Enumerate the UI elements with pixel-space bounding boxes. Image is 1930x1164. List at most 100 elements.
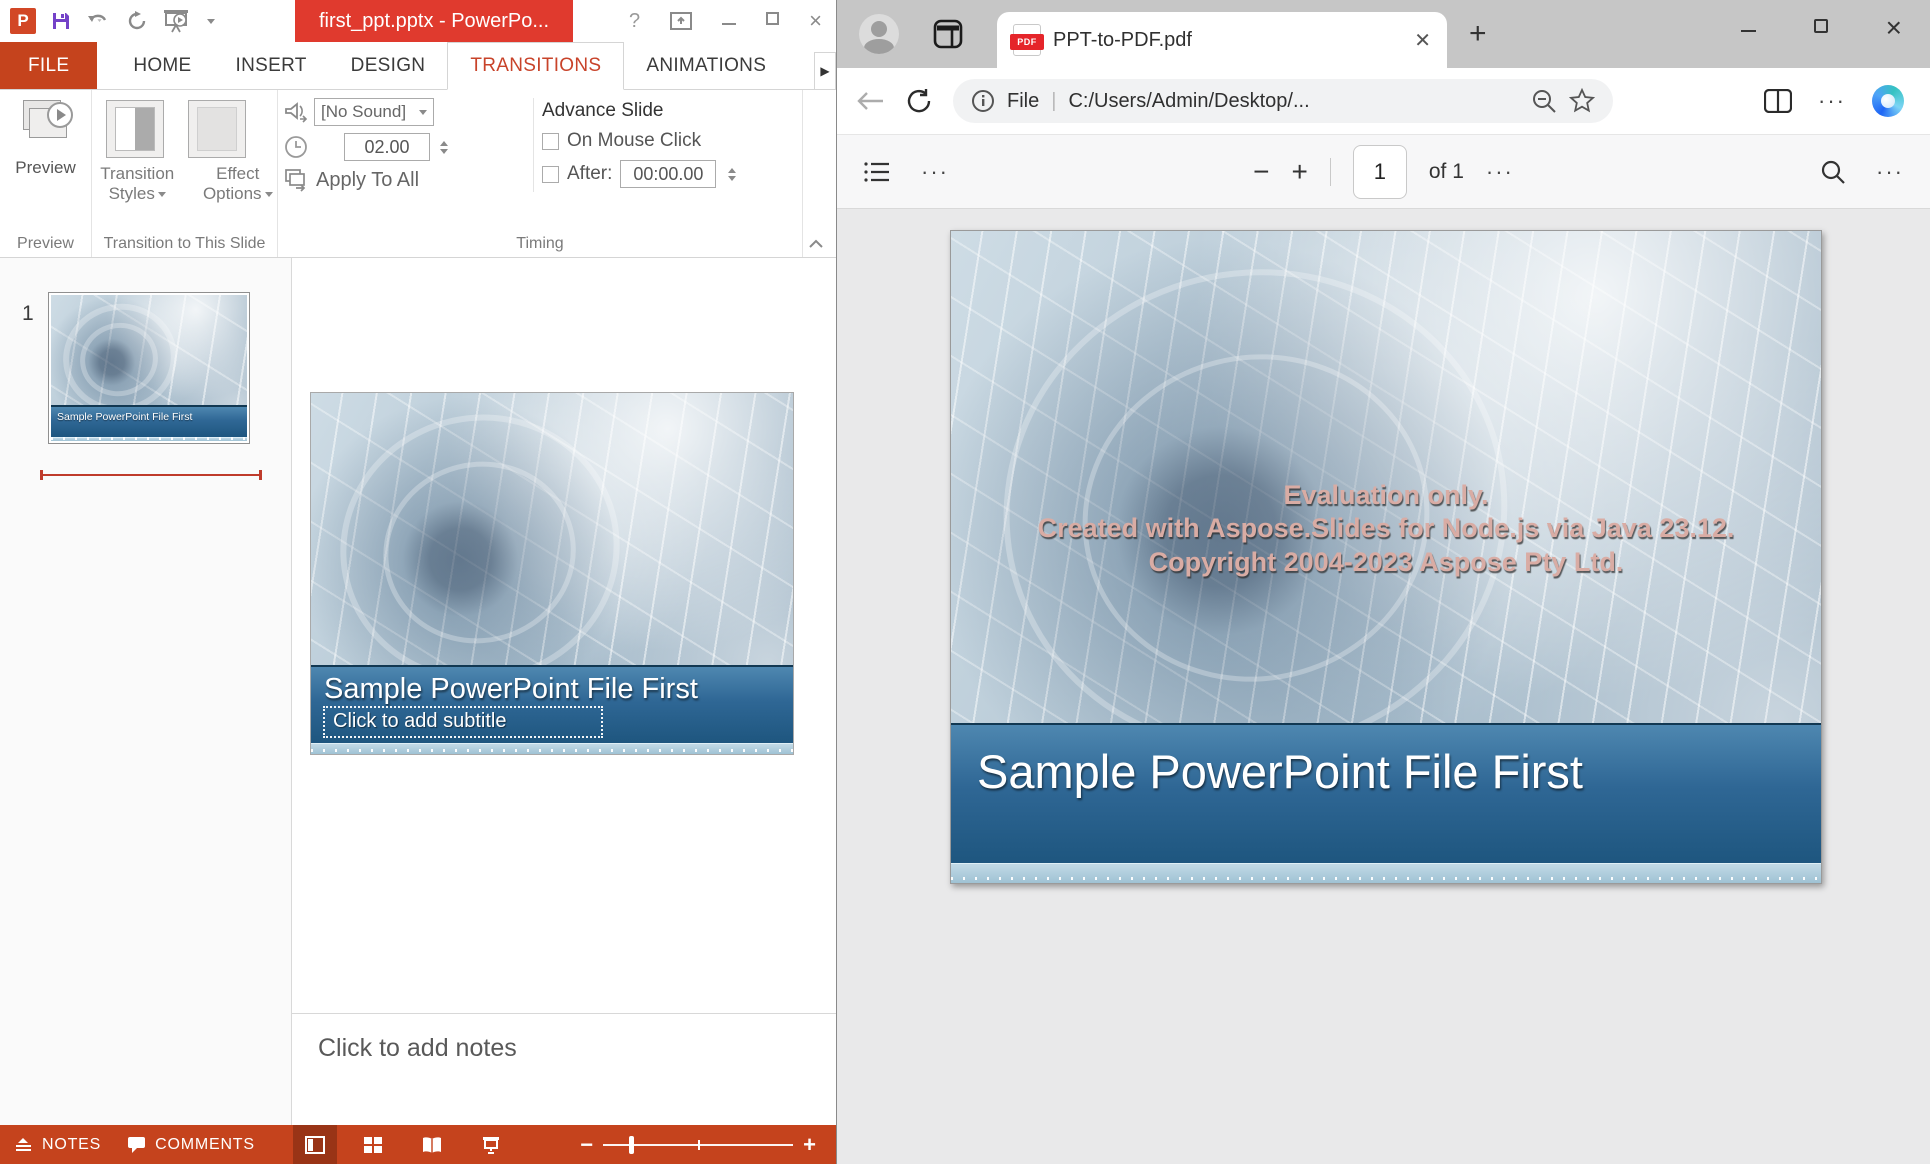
tab-transitions[interactable]: TRANSITIONS [447,42,624,90]
refresh-button[interactable] [905,87,933,115]
slide-title-text[interactable]: Sample PowerPoint File First [324,673,698,706]
table-of-contents-icon[interactable] [863,160,891,184]
duration-spinner[interactable] [440,141,448,154]
after-checkbox[interactable]: After: 00:00.00 [542,160,802,188]
pdf-more-left-icon[interactable]: ··· [921,159,949,185]
ribbon-display-options-icon[interactable] [670,12,692,30]
qat-customize-icon[interactable] [204,19,215,24]
redo-icon[interactable] [126,10,148,32]
subtitle-placeholder[interactable]: Click to add subtitle [323,706,603,738]
tab-insert[interactable]: INSERT [214,42,329,89]
profile-avatar[interactable] [859,14,899,54]
page-number-input[interactable] [1353,145,1407,199]
tab-file[interactable]: FILE [0,42,97,89]
slide-artwork: Evaluation only. Created with Aspose.Sli… [951,231,1821,883]
new-tab-button[interactable]: + [1469,17,1487,51]
browser-tab[interactable]: PPT-to-PDF.pdf ✕ [997,12,1447,68]
close-button[interactable]: × [809,10,822,32]
back-button[interactable] [855,89,885,113]
pdf-page-options-icon[interactable]: ··· [1486,159,1514,185]
chevron-down-icon [265,192,273,197]
transition-gallery-tile[interactable] [106,100,164,158]
zoom-slider[interactable] [603,1144,793,1146]
maximize-button[interactable] [766,12,779,30]
slide-sorter-view-button[interactable] [351,1125,395,1164]
pdf-zoom-out-button[interactable]: − [1253,158,1269,186]
chevron-down-icon [419,110,427,115]
on-mouse-click-checkbox[interactable]: On Mouse Click [542,130,802,152]
edge-window-controls: × [1741,0,1902,56]
apply-to-all-button[interactable]: Apply To All [284,168,533,192]
slide-canvas[interactable]: Sample PowerPoint File First Click to ad… [310,392,794,755]
duration-input[interactable]: 02.00 [344,133,430,161]
tab-overflow-arrow[interactable]: ▶ [814,52,836,90]
zoom-out-button[interactable]: − [580,1134,593,1156]
group-label-transition: Transition to This Slide [92,235,277,253]
slideshow-view-button[interactable] [469,1125,513,1164]
undo-icon[interactable] [86,11,112,31]
sound-icon [284,101,308,123]
slide-thumbnail-pane: 1 Sample PowerPoint File First [0,258,292,1125]
tab-design[interactable]: DESIGN [329,42,448,89]
address-bar[interactable]: File | C:/Users/Admin/Desktop/... [953,79,1613,123]
pdf-more-right-icon[interactable]: ··· [1876,159,1904,185]
transition-applied-indicator [40,474,262,476]
evaluation-watermark: Evaluation only. Created with Aspose.Sli… [951,479,1821,579]
notes-toggle[interactable]: NOTES [14,1136,101,1154]
effect-options-tile[interactable] [188,100,246,158]
toolbar-divider [1330,158,1331,186]
page-count-label: of 1 [1429,160,1464,184]
duration-clock-icon [284,135,308,159]
tab-title: PPT-to-PDF.pdf [1053,29,1402,52]
apply-to-all-icon [284,168,310,192]
pdf-toolbar: ··· − + of 1 ··· ··· [837,134,1930,209]
start-slideshow-icon[interactable] [162,8,190,34]
close-button[interactable]: × [1886,14,1902,42]
powerpoint-logo-icon: P [10,8,36,34]
zoom-out-icon[interactable] [1531,88,1557,114]
pdf-zoom-in-button[interactable]: + [1291,158,1307,186]
save-icon[interactable] [50,10,72,32]
copilot-icon[interactable] [1872,85,1904,117]
slide-thumbnail[interactable]: Sample PowerPoint File First [48,292,250,444]
pdf-slide-title: Sample PowerPoint File First [977,744,1583,799]
edge-window: PPT-to-PDF.pdf ✕ + × File | [837,0,1930,1164]
minimize-button[interactable] [722,12,736,30]
reading-view-button[interactable] [409,1125,455,1164]
notes-pane[interactable]: Click to add notes [292,1013,836,1125]
tab-home[interactable]: HOME [111,42,213,89]
minimize-button[interactable] [1741,19,1756,37]
notes-placeholder[interactable]: Click to add notes [318,1034,836,1063]
favorites-star-icon[interactable] [1569,88,1595,114]
tab-actions-icon[interactable] [933,19,963,49]
after-time-input[interactable]: 00:00.00 [620,160,716,188]
transition-styles-button[interactable]: Transition Styles [98,164,177,205]
slide-artwork: Sample PowerPoint File First Click to ad… [311,393,793,754]
advance-slide-heading: Advance Slide [542,98,802,122]
settings-menu-icon[interactable]: ··· [1818,88,1846,114]
after-spinner[interactable] [728,168,736,181]
preview-button[interactable]: Preview [15,100,75,178]
zoom-slider-handle[interactable] [629,1136,634,1154]
normal-view-button[interactable] [293,1125,337,1164]
slide-title-banner[interactable]: Sample PowerPoint File First Click to ad… [311,665,793,743]
collapse-ribbon-icon[interactable] [808,239,824,249]
ppt-status-bar: NOTES COMMENTS − [0,1125,836,1164]
ribbon: Preview Preview Transition Styles Effect [0,90,836,258]
comments-toggle[interactable]: COMMENTS [127,1136,255,1154]
edge-tab-strip: PPT-to-PDF.pdf ✕ + × [837,0,1930,68]
pdf-search-icon[interactable] [1820,159,1846,185]
site-info-icon[interactable] [971,89,995,113]
slide-artwork: Sample PowerPoint File First [51,295,247,441]
tab-close-icon[interactable]: ✕ [1414,28,1431,53]
help-icon[interactable]: ? [629,10,640,33]
pdf-viewer[interactable]: Evaluation only. Created with Aspose.Sli… [837,209,1930,1164]
quick-access-toolbar: P [0,8,215,34]
pdf-file-icon [1013,24,1041,56]
sound-dropdown[interactable]: [No Sound] [314,98,434,126]
split-screen-icon[interactable] [1764,89,1792,113]
zoom-in-button[interactable]: + [803,1134,816,1156]
maximize-button[interactable] [1814,19,1828,38]
tab-animations[interactable]: ANIMATIONS [624,42,788,89]
effect-options-button[interactable]: Effect Options [199,164,278,205]
